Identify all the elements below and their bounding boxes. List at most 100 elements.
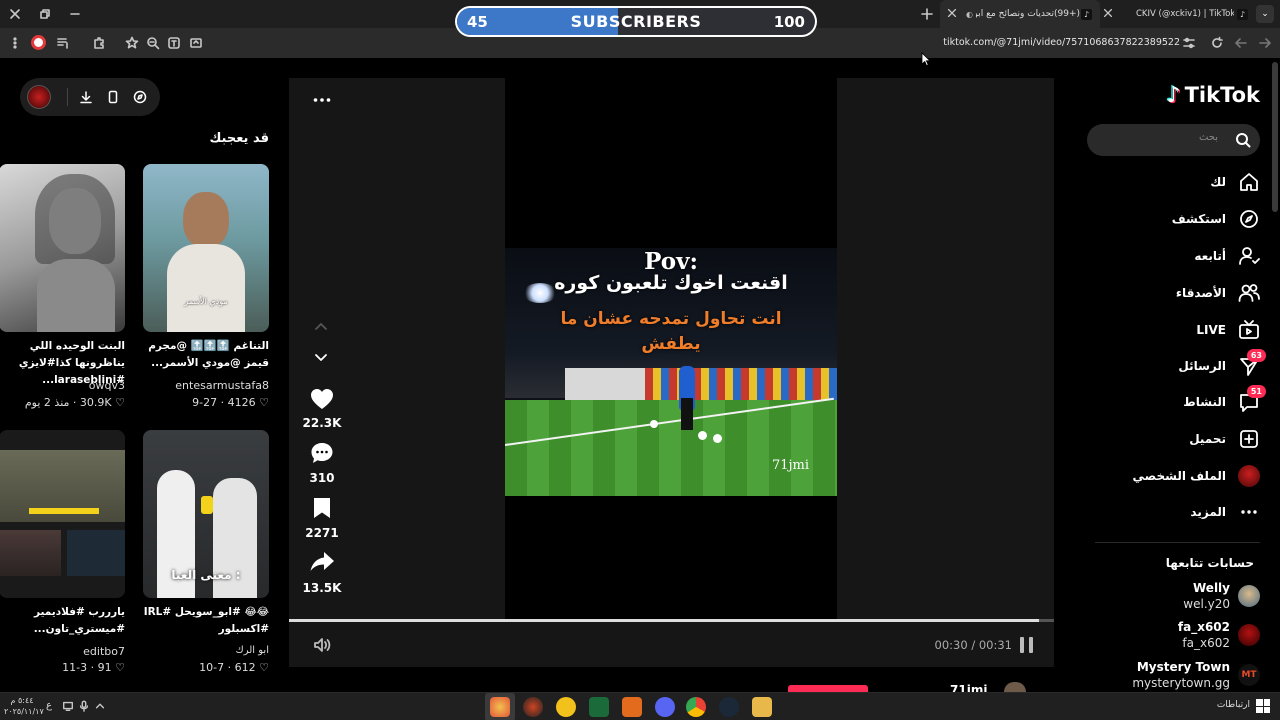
card-title[interactable]: التناغم 🔝🔝🔝 @مجرم قيمز @مودي الأسمر... <box>143 338 269 372</box>
nav-live[interactable]: LIVE <box>1196 315 1260 345</box>
chrome-icon[interactable] <box>686 697 706 717</box>
app-icon[interactable] <box>556 697 576 717</box>
nav-label: تحميل <box>1189 432 1226 446</box>
page-scrollbar[interactable] <box>1272 62 1278 212</box>
profile-avatar-icon[interactable] <box>27 85 51 109</box>
tab-close-icon[interactable] <box>946 7 958 19</box>
video-thumbnail[interactable]: مودي الأسمر <box>143 164 269 332</box>
nav-messages[interactable]: الرسائل 63 <box>1178 349 1266 381</box>
tab-close-icon[interactable] <box>1102 7 1114 19</box>
nav-upload[interactable]: تحميل <box>1189 424 1260 454</box>
mobile-icon[interactable] <box>106 90 120 104</box>
video-progress-track[interactable] <box>289 619 1054 622</box>
audio-icon[interactable]: ◐ <box>966 10 973 19</box>
nav-friends[interactable]: الأصدقاء <box>1176 278 1260 308</box>
account-handle: wel.y20 <box>1183 597 1230 611</box>
window-minimize-icon[interactable] <box>68 7 82 21</box>
network-icon[interactable] <box>62 700 74 712</box>
tray-chevron-icon[interactable] <box>94 700 106 712</box>
video-thumbnail[interactable] <box>0 430 125 598</box>
app-icon[interactable] <box>523 697 543 717</box>
file-explorer-icon[interactable] <box>752 697 772 717</box>
forward-icon[interactable] <box>1234 36 1248 50</box>
card-author[interactable]: owqv3 <box>0 379 125 392</box>
share-page-icon[interactable] <box>189 36 203 50</box>
input-language[interactable]: ع <box>46 700 52 711</box>
account-name: Mystery Town <box>1136 660 1230 674</box>
window-close-icon[interactable] <box>8 7 22 21</box>
ball <box>650 420 658 428</box>
back-icon[interactable] <box>1258 36 1272 50</box>
card-author[interactable]: ابو الرك <box>143 645 270 656</box>
url-field[interactable]: tiktok.com/@71jmi/video/7571068637822389… <box>900 34 1180 52</box>
bookmark-star-icon[interactable] <box>125 36 139 50</box>
search-icon[interactable] <box>1235 132 1251 148</box>
card-date: منذ 2 يوم <box>24 396 70 409</box>
nav-for-you[interactable]: لك <box>1210 167 1260 197</box>
app-icon[interactable] <box>490 697 510 717</box>
profile-avatar <box>1238 465 1260 487</box>
translate-icon[interactable] <box>167 36 181 50</box>
nav-explore[interactable]: استكشف <box>1172 204 1260 234</box>
discord-icon[interactable] <box>655 697 675 717</box>
nav-more[interactable]: المزيد <box>1190 497 1260 527</box>
search-box[interactable]: بحث <box>1087 124 1260 156</box>
nav-following[interactable]: أتابعه <box>1194 241 1260 271</box>
card-author[interactable]: editbo7 <box>0 645 125 658</box>
nav-label: استكشف <box>1171 212 1226 226</box>
comment-icon[interactable] <box>309 440 335 466</box>
window-restore-icon[interactable] <box>38 7 52 21</box>
following-account[interactable]: Welly wel.y20 <box>1090 581 1260 613</box>
video-more-icon[interactable] <box>312 92 332 108</box>
nav-label: لك <box>1210 175 1226 189</box>
zoom-icon[interactable] <box>146 36 160 50</box>
microphone-icon[interactable] <box>78 700 90 712</box>
video-thumbnail[interactable]: معنى الغبا : <box>143 430 269 598</box>
following-account[interactable]: MT Mystery Town mysterytown.gg <box>1090 660 1260 692</box>
video-caption-line1: اقنعت اخوك تلعبون كوره <box>554 272 788 294</box>
video-caption-line3: يطفش <box>641 334 701 354</box>
thumb-streamer <box>0 530 61 576</box>
card-title[interactable]: 😂😂 #ابو_سويحل #IRL #اكسبلور <box>143 604 269 638</box>
profile-avatar-icon[interactable] <box>31 35 46 50</box>
pause-icon[interactable] <box>1020 637 1034 653</box>
new-tab-icon[interactable] <box>920 7 934 21</box>
volume-icon[interactable] <box>312 636 332 654</box>
tab-video[interactable]: ◐ (+99)تحديات ونصائح مع أبو ♪ <box>940 0 1100 28</box>
video-thumbnail[interactable] <box>0 164 125 332</box>
author-avatar[interactable] <box>1004 682 1026 692</box>
tab-title: (+99)تحديات ونصائح مع أبو <box>976 9 1080 19</box>
like-heart-icon[interactable] <box>309 386 335 412</box>
bookmark-icon[interactable] <box>311 496 333 520</box>
card-author[interactable]: entesarmustafa8 <box>143 379 269 392</box>
menu-dots-icon[interactable] <box>8 36 22 50</box>
tab-profile[interactable]: CKIV (@xckiv1) | TikTok ♪ <box>1118 0 1250 28</box>
playlist-icon[interactable] <box>56 36 70 50</box>
share-icon[interactable] <box>309 550 335 574</box>
next-video-icon[interactable] <box>312 350 330 366</box>
pause-bar <box>1029 637 1033 653</box>
heart-icon: ♡ <box>259 661 269 674</box>
app-icon[interactable] <box>622 697 642 717</box>
card-date: 9-27 <box>192 396 218 409</box>
taskbar: ٥:٤٤ م ٢٠٢٥/١١/١٧ ع ارتباطات <box>0 692 1280 720</box>
video-caption-pov: Pov: <box>644 248 698 275</box>
nav-activity[interactable]: النشاط 51 <box>1183 385 1266 417</box>
windows-start-icon[interactable] <box>1256 699 1270 713</box>
following-account[interactable]: fa_x602 fa_x602 <box>1090 620 1260 652</box>
site-settings-icon[interactable] <box>1182 36 1196 50</box>
download-icon[interactable] <box>79 90 93 104</box>
follow-button[interactable] <box>788 685 868 692</box>
steam-icon[interactable] <box>719 697 739 717</box>
reload-icon[interactable] <box>1210 36 1224 50</box>
compass-small-icon[interactable] <box>133 90 147 104</box>
card-title[interactable]: يارررب #فلاديمير #ميستري_تاون... <box>0 604 125 638</box>
app-icon[interactable] <box>589 697 609 717</box>
saves-count: 2271 <box>305 526 339 540</box>
tab-search-icon[interactable]: ⌄ <box>1256 5 1274 23</box>
nav-profile[interactable]: الملف الشخصي <box>1133 461 1260 491</box>
clock[interactable]: ٥:٤٤ م ٢٠٢٥/١١/١٧ <box>4 695 44 717</box>
extensions-icon[interactable] <box>92 36 106 50</box>
tiktok-logo[interactable]: ♪ TikTok <box>1155 80 1260 110</box>
previous-video-icon[interactable] <box>312 318 330 334</box>
